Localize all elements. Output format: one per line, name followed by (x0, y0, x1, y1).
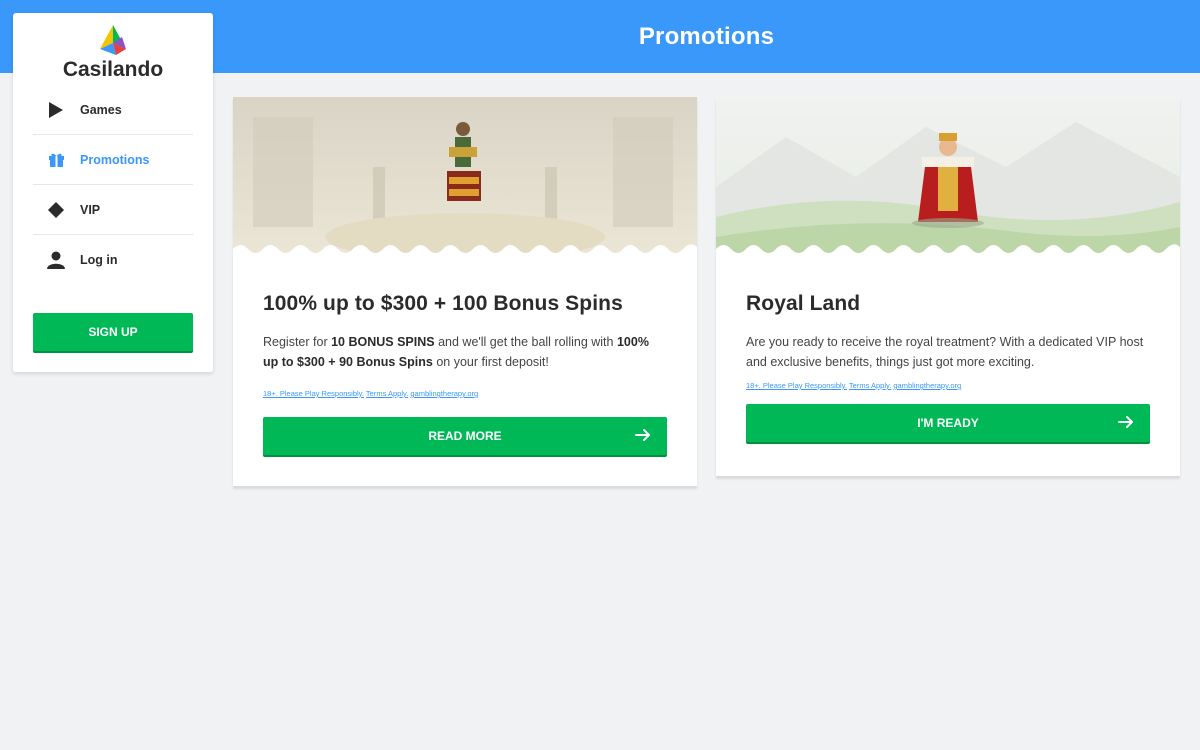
sidebar-item-vip[interactable]: VIP (33, 185, 193, 235)
promo-banner-image (233, 97, 697, 260)
sidebar: Casilando Games Promotions VIP Log in SI… (13, 13, 213, 372)
diamond-icon (43, 201, 69, 218)
play-responsibly-link[interactable]: 18+. Please Play Responsibly. (263, 389, 364, 398)
play-responsibly-link[interactable]: 18+. Please Play Responsibly. (746, 381, 847, 390)
sidebar-item-login[interactable]: Log in (33, 235, 193, 285)
terms-apply-link[interactable]: Terms Apply. (849, 381, 891, 390)
read-more-button[interactable]: READ MORE (263, 417, 667, 455)
gambling-therapy-link[interactable]: gamblingtherapy.org (410, 389, 478, 398)
sign-up-button[interactable]: SIGN UP (33, 313, 193, 351)
arrow-right-icon (635, 429, 650, 441)
sidebar-nav: Games Promotions VIP Log in (33, 85, 193, 285)
gambling-therapy-link[interactable]: gamblingtherapy.org (893, 381, 961, 390)
sidebar-item-label: Games (80, 102, 122, 117)
sidebar-item-label: VIP (80, 202, 101, 217)
sidebar-item-label: Log in (80, 253, 118, 267)
terms-apply-link[interactable]: Terms Apply. (366, 389, 408, 398)
promo-card-royal-land: Royal Land Are you ready to receive the … (716, 97, 1180, 476)
terms-links: 18+. Please Play Responsibly. Terms Appl… (746, 381, 1150, 390)
brand-logo[interactable]: Casilando (13, 23, 213, 93)
user-icon (43, 251, 69, 269)
promo-title: 100% up to $300 + 100 Bonus Spins (263, 292, 623, 315)
terms-links: 18+. Please Play Responsibly. Terms Appl… (263, 389, 667, 398)
sidebar-item-label: Promotions (80, 152, 150, 167)
im-ready-button[interactable]: I'M READY (746, 404, 1150, 442)
sidebar-item-promotions[interactable]: Promotions (33, 135, 193, 185)
play-icon (43, 101, 69, 119)
arrow-right-icon (1118, 416, 1133, 428)
sidebar-item-games[interactable]: Games (33, 85, 193, 135)
promo-card-welcome: 100% up to $300 + 100 Bonus Spins Regist… (233, 97, 697, 486)
gift-icon (43, 152, 69, 168)
promo-description: Register for 10 BONUS SPINS and we'll ge… (263, 335, 649, 369)
promo-description: Are you ready to receive the royal treat… (746, 335, 1144, 369)
brand-name: Casilando (62, 58, 164, 81)
casilando-logo-icon (100, 25, 126, 55)
promo-banner-image (716, 97, 1180, 260)
promo-title: Royal Land (746, 292, 861, 315)
page-title: Promotions (638, 22, 775, 50)
